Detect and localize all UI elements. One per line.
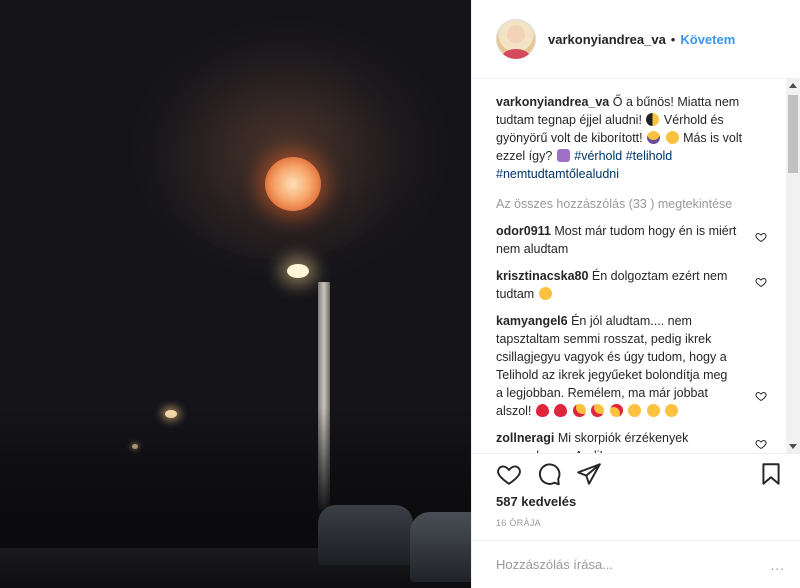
comment-like-heart-icon[interactable] (755, 390, 767, 402)
header-separator: • (670, 31, 676, 47)
heart-eyes-emoji-icon (572, 404, 586, 417)
comments-list[interactable]: varkonyiandrea_va Ő a bűnös! Miatta nem … (472, 79, 787, 453)
scroll-down-arrow-icon[interactable] (789, 444, 797, 449)
comment-username[interactable]: odor0911 (496, 224, 551, 238)
header-username[interactable]: varkonyiandrea_va (548, 32, 666, 47)
wink-tongue-emoji-icon (646, 404, 660, 417)
comment-username[interactable]: kamyangel6 (496, 314, 568, 328)
street-lamp-light (287, 264, 309, 278)
heart-eyes-emoji-icon (591, 404, 605, 417)
scrollbar-thumb[interactable] (788, 95, 798, 173)
follow-button[interactable]: Követem (680, 32, 735, 47)
comment-like-heart-icon[interactable] (755, 276, 767, 288)
caption-username[interactable]: varkonyiandrea_va (496, 95, 609, 109)
comment-item: krisztinacska80 Én dolgoztam ezért nem t… (496, 267, 771, 303)
bookmark-icon[interactable] (758, 461, 784, 487)
red-heart-emoji-icon (535, 404, 549, 417)
wink-tongue-emoji-icon (665, 404, 679, 417)
confused-emoji-icon (665, 131, 679, 144)
post-header: varkonyiandrea_va • Követem (472, 0, 800, 79)
person-shrug-emoji-icon (556, 149, 570, 162)
hashtag-nemtudtam[interactable]: #nemtudtamtőlealudni (496, 167, 619, 181)
scream-emoji-icon (647, 131, 661, 144)
red-heart-emoji-icon (554, 404, 568, 417)
parked-car-right (410, 512, 471, 582)
comment-item: odor0911 Most már tudom hogy én is miért… (496, 222, 771, 258)
comment-item: zollneragi Mi skorpiók érzékenyek vagyun… (496, 429, 771, 453)
post-sidebar: varkonyiandrea_va • Követem varkonyiandr… (471, 0, 800, 588)
post-photo[interactable] (0, 0, 471, 588)
star-struck-emoji-icon (609, 404, 623, 417)
add-comment-input[interactable] (496, 553, 746, 575)
hashtag-verhold[interactable]: #vérhold (574, 149, 622, 163)
share-icon[interactable] (576, 461, 602, 487)
parked-car (318, 505, 413, 565)
cloud-haze (150, 40, 410, 260)
add-comment-section: ... (472, 540, 800, 588)
likes-count[interactable]: 587 kedvelés (496, 494, 576, 509)
comment-text: Én jól aludtam.... nem tapsztaltam semmi… (496, 314, 728, 418)
post-timestamp[interactable]: 16 ÓRÁJA (496, 518, 541, 528)
comments-scrollbar[interactable] (786, 79, 800, 453)
comment-like-heart-icon[interactable] (755, 438, 767, 450)
hashtag-telihold[interactable]: #telihold (626, 149, 673, 163)
action-bar (472, 453, 800, 493)
smile-emoji-icon (538, 287, 552, 300)
comment-item: kamyangel6 Én jól aludtam.... nem tapszt… (496, 312, 771, 420)
more-options-icon[interactable]: ... (770, 557, 785, 573)
avatar[interactable] (496, 19, 536, 59)
view-all-comments-link[interactable]: Az összes hozzászólás (33 ) megtekintése (496, 195, 771, 213)
moon-emoji-icon (646, 113, 660, 126)
comment-username[interactable]: krisztinacska80 (496, 269, 588, 283)
comment-like-heart-icon[interactable] (755, 231, 767, 243)
blood-moon (265, 157, 321, 211)
caption: varkonyiandrea_va Ő a bűnös! Miatta nem … (496, 93, 771, 183)
wink-tongue-emoji-icon (628, 404, 642, 417)
scroll-up-arrow-icon[interactable] (789, 83, 797, 88)
comment-username[interactable]: zollneragi (496, 431, 554, 445)
heart-icon[interactable] (496, 461, 522, 487)
comment-icon[interactable] (536, 461, 562, 487)
